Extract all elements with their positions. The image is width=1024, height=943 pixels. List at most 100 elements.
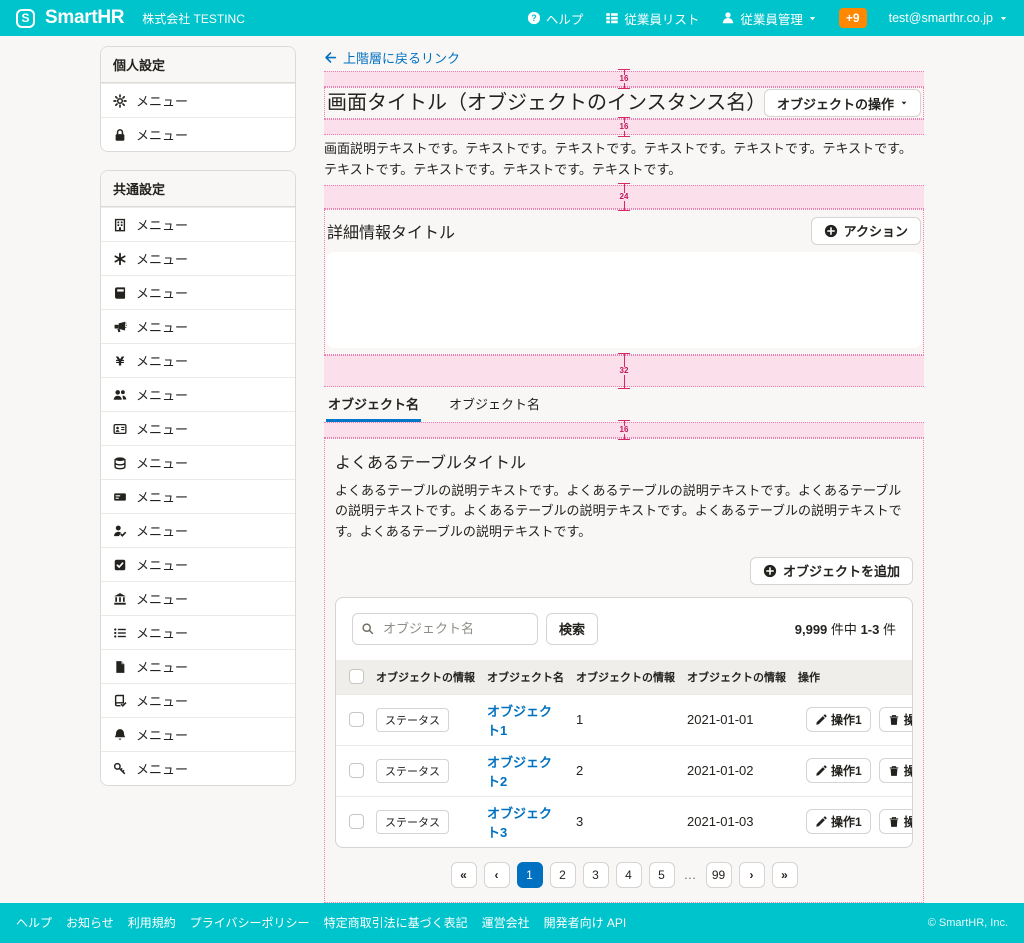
pagination-page-button[interactable]: 4 [616,862,642,888]
sidebar-item[interactable]: メニュー [101,309,295,343]
sidebar-item[interactable]: メニュー [101,615,295,649]
sidebar-item[interactable]: メニュー [101,649,295,683]
search-input[interactable] [352,613,538,645]
sidebar-group: 共通設定メニューメニューメニューメニュー¥メニューメニューメニューメニューメニュ… [100,170,296,786]
sidebar-item-label: メニュー [136,759,188,778]
header-nav-item[interactable]: 従業員管理 [721,9,817,28]
account-menu[interactable]: test@smarthr.co.jp [889,11,1008,25]
sidebar-item[interactable]: メニュー [101,547,295,581]
app-header: S SmartHR 株式会社 TESTINC ?ヘルプ 従業員リスト 従業員管理 +… [0,0,1024,36]
row-action-label: 操作2 [904,762,913,779]
row-action-button[interactable]: 操作2 [879,707,913,732]
page-title: 画面タイトル（オブジェクトのインスタンス名） [327,89,764,117]
row-action-button[interactable]: 操作2 [879,758,913,783]
pagination-page-button[interactable]: 2 [550,862,576,888]
object-actions-dropdown-button[interactable]: オブジェクトの操作 [764,89,921,117]
table-row: ステータスオブジェクト332021-01-03操作1操作2 [336,796,913,847]
table-row: ステータスオブジェクト112021-01-01操作1操作2 [336,694,913,745]
sidebar-item[interactable]: メニュー [101,479,295,513]
tab-active[interactable]: オブジェクト名 [326,387,421,422]
id-card-icon [113,422,127,436]
tab-inactive[interactable]: オブジェクト名 [447,387,542,422]
row-action-button[interactable]: 操作1 [806,707,871,732]
footer-nav: ヘルプお知らせ利用規約プライバシーポリシー特定商取引法に基づく表記運営会社開発者… [16,914,626,931]
status-badge: ステータス [376,708,449,732]
search-button[interactable]: 検索 [546,613,598,645]
footer-link[interactable]: ヘルプ [16,914,52,931]
search-icon [361,622,374,635]
notification-badge[interactable]: +9 [839,8,867,28]
sidebar-item[interactable]: メニュー [101,117,295,151]
key-icon [113,762,127,776]
row-action-button[interactable]: 操作2 [879,809,913,834]
smarthr-logo-icon[interactable]: S [16,9,35,28]
sidebar-item[interactable]: メニュー [101,581,295,615]
header-nav-item[interactable]: ?ヘルプ [527,9,584,28]
pagination-ellipsis: … [682,867,699,882]
sidebar-item[interactable]: メニュー [101,411,295,445]
sidebar-item[interactable]: メニュー [101,83,295,117]
footer-link[interactable]: 運営会社 [482,914,530,931]
pagination-nav-button[interactable]: › [739,862,765,888]
company-name: 株式会社 TESTINC [142,10,245,27]
sidebar-item[interactable]: メニュー [101,445,295,479]
footer-link[interactable]: 開発者向け API [544,914,627,931]
row-action-button[interactable]: 操作1 [806,809,871,834]
select-all-checkbox[interactable] [349,669,364,684]
object-link[interactable]: オブジェクト2 [487,755,552,789]
row-action-button[interactable]: 操作1 [806,758,871,783]
sidebar-item-label: メニュー [136,725,188,744]
table-row: ステータスオブジェクト222021-01-02操作1操作2 [336,745,913,796]
row-action-label: 操作2 [904,711,913,728]
footer-link[interactable]: 利用規約 [128,914,176,931]
row-checkbox[interactable] [349,814,364,829]
sidebar-item[interactable]: メニュー [101,241,295,275]
object-table: オブジェクトの情報オブジェクト名オブジェクトの情報オブジェクトの情報操作 ステー… [336,660,913,847]
person-icon [721,11,735,25]
sidebar-item[interactable]: メニュー [101,683,295,717]
add-object-button[interactable]: オブジェクトを追加 [750,557,913,585]
svg-text:?: ? [531,13,536,23]
brand-name[interactable]: SmartHR [45,7,124,29]
sidebar-item[interactable]: メニュー [101,377,295,411]
footer-link[interactable]: プライバシーポリシー [190,914,310,931]
sidebar-item[interactable]: ¥メニュー [101,343,295,377]
sidebar-item[interactable]: メニュー [101,207,295,241]
sidebar: 個人設定メニューメニュー共通設定メニューメニューメニューメニュー¥メニューメニュ… [100,46,296,804]
page-description: 画面説明テキストです。テキストです。テキストです。テキストです。テキストです。テ… [324,139,924,181]
sidebar-group-title: 個人設定 [101,47,295,83]
object-link[interactable]: オブジェクト3 [487,806,552,840]
trash-icon [888,816,900,828]
back-arrow-icon [324,51,337,64]
header-nav-item[interactable]: 従業員リスト [605,9,699,28]
megaphone-icon [113,320,127,334]
sidebar-item[interactable]: メニュー [101,717,295,751]
pagination-nav-button[interactable]: « [451,862,477,888]
sidebar-item-label: メニュー [136,125,188,144]
sidebar-item[interactable]: メニュー [101,751,295,785]
spacing-annotation-16: 16 [324,71,924,87]
object-date-cell: 2021-01-03 [681,796,792,847]
object-link[interactable]: オブジェクト1 [487,704,552,738]
users-icon [113,388,127,402]
sidebar-item-label: メニュー [136,657,188,676]
row-checkbox[interactable] [349,763,364,778]
pagination-page-button[interactable]: 5 [649,862,675,888]
pagination-nav-button[interactable]: » [772,862,798,888]
sidebar-item[interactable]: メニュー [101,513,295,547]
chevron-down-icon [900,99,908,107]
tab-bar: オブジェクト名オブジェクト名 [324,387,924,422]
pagination-page-button[interactable]: 1 [517,862,543,888]
document-icon [113,660,127,674]
sidebar-item[interactable]: メニュー [101,275,295,309]
table-section-description: よくあるテーブルの説明テキストです。よくあるテーブルの説明テキストです。よくある… [335,481,913,543]
book-check-icon [113,694,127,708]
pagination-nav-button[interactable]: ‹ [484,862,510,888]
pagination-page-button[interactable]: 3 [583,862,609,888]
footer-link[interactable]: お知らせ [66,914,114,931]
row-checkbox[interactable] [349,712,364,727]
footer-link[interactable]: 特定商取引法に基づく表記 [324,914,468,931]
back-link[interactable]: 上階層に戻るリンク [324,48,460,67]
pagination-page-button[interactable]: 99 [706,862,732,888]
action-button[interactable]: アクション [811,217,921,245]
